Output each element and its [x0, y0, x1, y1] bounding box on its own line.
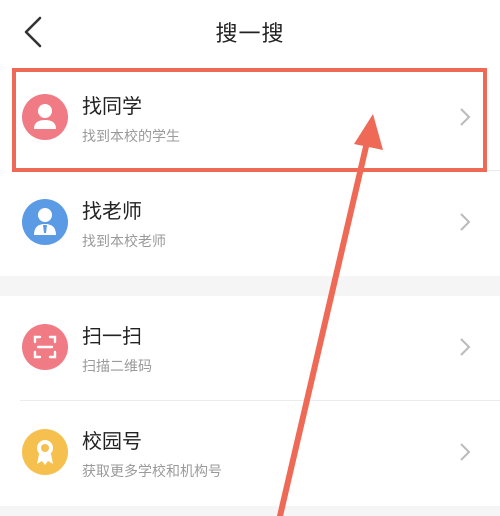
find-teachers-item[interactable]: 找老师 找到本校老师	[0, 171, 500, 275]
chevron-right-icon	[458, 211, 472, 233]
find-classmates-item[interactable]: 找同学 找到本校的学生	[0, 66, 500, 170]
item-title: 找同学	[82, 94, 142, 118]
campus-account-item[interactable]: 校园号 获取更多学校和机构号	[0, 401, 500, 505]
item-title: 找老师	[82, 199, 142, 223]
item-subtitle: 扫描二维码	[82, 359, 152, 375]
scan-icon	[22, 324, 68, 370]
search-group-people: 找同学 找到本校的学生 找老师 找到本校老师	[0, 66, 500, 276]
item-subtitle: 找到本校的学生	[82, 129, 180, 145]
chevron-right-icon	[458, 336, 472, 358]
item-subtitle: 找到本校老师	[82, 234, 166, 250]
item-title: 扫一扫	[82, 324, 142, 348]
student-icon	[22, 94, 68, 140]
chevron-right-icon	[458, 106, 472, 128]
top-bar: 搜一搜	[0, 0, 500, 66]
item-subtitle: 获取更多学校和机构号	[82, 464, 222, 480]
page-title: 搜一搜	[215, 22, 285, 47]
campus-badge-icon	[22, 429, 68, 475]
scan-item[interactable]: 扫一扫 扫描二维码	[0, 296, 500, 400]
item-title: 校园号	[82, 429, 142, 453]
teacher-icon	[22, 199, 68, 245]
chevron-right-icon	[458, 441, 472, 463]
search-group-tools: 扫一扫 扫描二维码 校园号 获取更多学校和机构号	[0, 296, 500, 506]
